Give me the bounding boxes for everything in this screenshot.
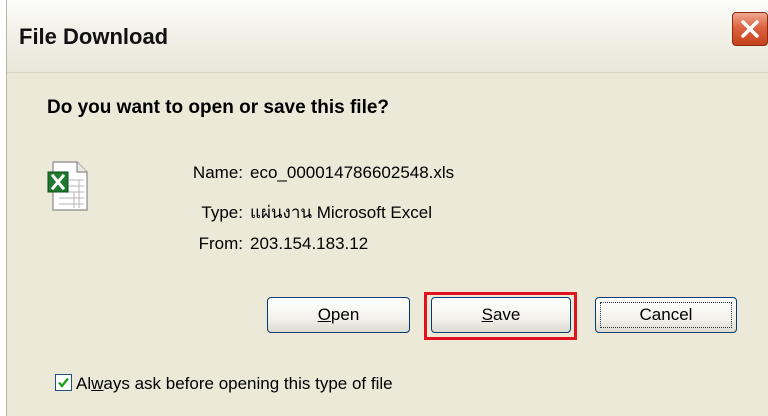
type-label: Type: [201,203,243,222]
file-source-value: 203.154.183.12 [250,234,369,253]
name-label: Name: [192,163,243,182]
open-label: pen [330,305,360,324]
always-ask-checkbox[interactable] [55,374,72,391]
title-bar[interactable]: File Download [7,0,768,73]
save-highlight-box [424,292,577,340]
excel-file-icon [47,161,88,211]
label-part: ays ask before opening this type of file [103,374,393,393]
file-from-row: From: 203.154.183.12 [165,234,369,254]
file-type-value: แผ่นงาน Microsoft Excel [250,203,432,222]
file-name-value: eco_000014786602548.xls [250,163,455,182]
label-part: Al [76,374,92,393]
open-accelerator: O [317,305,331,324]
always-ask-label[interactable]: Always ask before opening this type of f… [76,374,393,394]
dialog-title: File Download [19,24,169,49]
focus-indicator [600,302,732,328]
close-icon [741,20,759,38]
close-button[interactable] [732,12,768,46]
file-type-row: Type: แผ่นงาน Microsoft Excel [165,199,432,226]
label-accelerator: w [91,374,104,393]
from-label: From: [198,234,243,253]
cancel-button[interactable]: Cancel [595,297,737,333]
open-button[interactable]: Open [267,297,410,333]
file-name-row: Name: eco_000014786602548.xls [165,163,454,183]
checkmark-icon [58,377,69,388]
dialog-question: Do you want to open or save this file? [47,97,390,118]
file-download-dialog: File Download Do you want to open or sav… [6,0,768,416]
